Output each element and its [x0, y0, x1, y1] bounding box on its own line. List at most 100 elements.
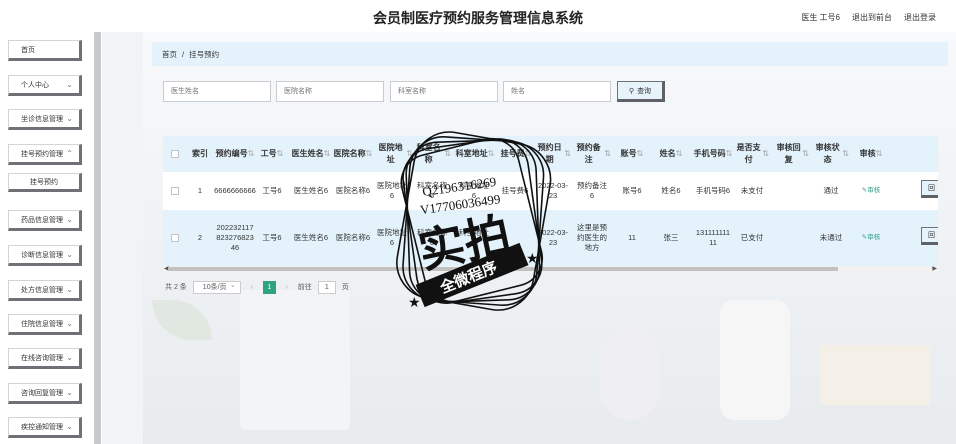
- search-button-label: 查询: [637, 87, 652, 95]
- table-cell: 医生姓名6: [293, 186, 329, 195]
- prev-page-button[interactable]: ‹: [247, 284, 257, 291]
- col-header[interactable]: 审核状态 ⇅: [813, 136, 849, 172]
- search-button[interactable]: ⚲ 查询: [617, 81, 665, 102]
- table-cell: 这里是预约医生的地方: [577, 223, 607, 252]
- table-horizontal-scrollbar[interactable]: ◀ ▶: [163, 266, 938, 272]
- dept-name-input[interactable]: [390, 81, 498, 102]
- page-number-current[interactable]: 1: [262, 280, 276, 294]
- chevron-down-icon: ⌄: [66, 388, 73, 397]
- col-header[interactable]: 索引: [189, 136, 211, 172]
- goto-page-input[interactable]: 1: [317, 280, 336, 294]
- goto-label: 前往: [297, 284, 312, 291]
- col-header[interactable]: 预约日期 ⇅: [535, 136, 571, 172]
- table-cell: 预约备注6: [577, 181, 607, 200]
- sidebar-item-prescription[interactable]: 处方信息管理 ⌄: [8, 280, 82, 301]
- hospital-name-input[interactable]: [276, 81, 384, 102]
- table-cell: 2: [197, 233, 203, 242]
- chevron-down-icon: ⌄: [66, 80, 73, 89]
- doctor-name-input[interactable]: [163, 81, 271, 102]
- table-cell: 13111111111: [695, 228, 731, 247]
- table-header: 索引 预约编号 ⇅ 工号 ⇅ 医生姓名 ⇅ 医院名称 ⇅ 医院地址 ⇅ 科室名称…: [163, 136, 938, 172]
- sidebar-item-profile[interactable]: 个人中心 ⌄: [8, 75, 82, 96]
- breadcrumb-current: 挂号预约: [189, 49, 220, 59]
- audit-link[interactable]: ✎ 审核: [853, 172, 889, 210]
- sidebar-item-label: 在线咨询管理: [21, 354, 63, 362]
- col-header[interactable]: 是否支付 ⇅: [735, 136, 769, 172]
- breadcrumb-home[interactable]: 首页: [162, 49, 177, 60]
- sidebar-item-notice[interactable]: 疾控通知管理 ⌄: [8, 417, 82, 438]
- breadcrumb-separator: /: [182, 49, 185, 59]
- col-header[interactable]: 科室名称 ⇅: [413, 136, 451, 172]
- decorative-cup: [720, 300, 790, 420]
- select-all-checkbox[interactable]: [163, 136, 187, 172]
- col-header[interactable]: 姓名 ⇅: [653, 136, 689, 172]
- col-header[interactable]: 医院名称 ⇅: [333, 136, 373, 172]
- sidebar-item-clinic-info[interactable]: 坐诊信息管理 ⌄: [8, 109, 82, 130]
- sidebar-scrollbar[interactable]: [94, 32, 101, 444]
- patient-name-input[interactable]: [503, 81, 611, 102]
- table-cell: [775, 210, 809, 266]
- sidebar-subitem-label: 挂号预约: [30, 178, 58, 186]
- sidebar-item-reply[interactable]: 咨询回复管理 ⌄: [8, 383, 82, 404]
- table-cell: 账号6: [622, 186, 642, 195]
- col-header[interactable]: 预约编号 ⇅: [213, 136, 257, 172]
- table-cell: 11: [628, 233, 636, 242]
- scroll-right-icon[interactable]: ▶: [932, 265, 937, 272]
- col-header[interactable]: 预约备注 ⇅: [573, 136, 611, 172]
- col-header[interactable]: 医院地址 ⇅: [375, 136, 413, 172]
- audit-link[interactable]: ✎ 审核: [853, 210, 889, 266]
- table-cell: 科室名称6: [417, 228, 447, 247]
- table-cell: 医院地址6: [377, 181, 407, 200]
- scrollbar-thumb[interactable]: [168, 267, 838, 271]
- table-cell: 医院名称6: [335, 233, 371, 242]
- row-action-button[interactable]: 回: [921, 227, 938, 245]
- sidebar-item-label: 处方信息管理: [21, 286, 63, 294]
- table-cell: 手机号码6: [695, 186, 731, 195]
- row-checkbox[interactable]: [163, 210, 187, 266]
- breadcrumb: 首页 / 挂号预约: [152, 42, 948, 66]
- sidebar-item-label: 首页: [21, 46, 35, 54]
- sidebar-subitem-registration[interactable]: 挂号预约: [8, 173, 82, 192]
- chevron-down-icon: ⌄: [66, 319, 73, 328]
- decorative-vase: [600, 330, 660, 420]
- appointment-table: 索引 预约编号 ⇅ 工号 ⇅ 医生姓名 ⇅ 医院名称 ⇅ 医院地址 ⇅ 科室名称…: [163, 136, 938, 266]
- next-page-button[interactable]: ›: [282, 284, 292, 291]
- sidebar-item-drugs[interactable]: 药品信息管理 ⌄: [8, 210, 82, 231]
- sidebar-item-label: 个人中心: [21, 81, 49, 89]
- col-header[interactable]: 手机号码 ⇅: [693, 136, 733, 172]
- sidebar-item-registration[interactable]: 挂号预约管理 ⌃: [8, 144, 82, 165]
- chevron-up-icon: ⌃: [66, 149, 73, 158]
- table-cell: 1: [197, 186, 203, 195]
- table-row[interactable]: 2 20223211782327682346 工号6 医生姓名6 医院名称6 医…: [163, 210, 938, 266]
- table-cell: 未通过: [819, 233, 843, 242]
- sidebar-item-home[interactable]: 首页: [8, 40, 82, 61]
- table-row[interactable]: 1 6666666666 工号6 医生姓名6 医院名称6 医院地址6 科室名称6…: [163, 172, 938, 210]
- logout-link[interactable]: 退出登录: [904, 12, 936, 23]
- table-cell: [775, 172, 809, 210]
- col-header[interactable]: 审核 ⇅: [853, 136, 889, 172]
- row-checkbox[interactable]: [163, 172, 187, 210]
- sidebar-item-label: 咨询回复管理: [21, 389, 63, 397]
- page-unit-label: 页: [341, 284, 349, 291]
- page-size-select[interactable]: 10条/页: [192, 280, 241, 294]
- col-header[interactable]: 科室地址 ⇅: [455, 136, 495, 172]
- col-header[interactable]: 账号 ⇅: [613, 136, 651, 172]
- current-user-label: 医生 工号6: [801, 13, 840, 22]
- chevron-down-icon: ⌄: [66, 114, 73, 123]
- header-links: 医生 工号6 退出到前台 退出登录: [801, 12, 936, 23]
- back-to-front-link[interactable]: 退出到前台: [852, 12, 892, 23]
- chevron-down-icon: ⌄: [66, 215, 73, 224]
- sidebar-item-consult[interactable]: 在线咨询管理 ⌄: [8, 348, 82, 369]
- table-cell: 2022-03-23: [537, 181, 569, 200]
- sidebar-item-label: 疾控通知管理: [21, 423, 63, 431]
- col-header[interactable]: 医生姓名 ⇅: [291, 136, 331, 172]
- table-cell: 姓名6: [661, 186, 681, 195]
- col-header[interactable]: 工号 ⇅: [257, 136, 287, 172]
- table-cell: 未支付: [740, 186, 764, 195]
- col-header[interactable]: 挂号费 ⇅: [497, 136, 535, 172]
- table-cell: 2022-03-23: [537, 228, 569, 247]
- row-action-button[interactable]: 回: [921, 180, 938, 198]
- col-header[interactable]: 审核回复 ⇅: [775, 136, 809, 172]
- sidebar-item-diagnosis[interactable]: 诊断信息管理 ⌄: [8, 245, 82, 266]
- sidebar-item-inpatient[interactable]: 住院信息管理 ⌄: [8, 314, 82, 335]
